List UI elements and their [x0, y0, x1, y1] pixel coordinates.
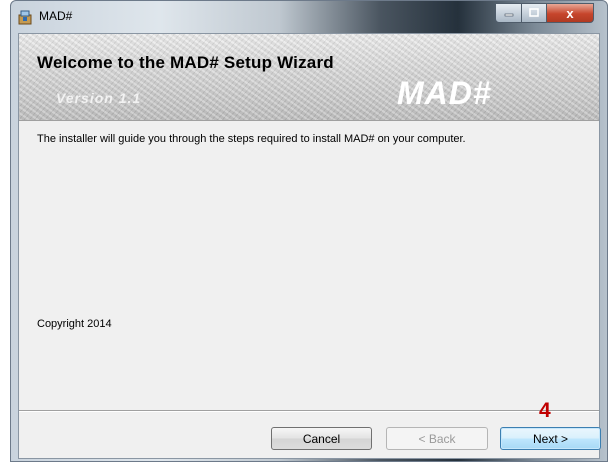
intro-text: The installer will guide you through the… [37, 133, 466, 145]
close-button[interactable]: x [546, 3, 594, 23]
next-button[interactable]: Next > [500, 427, 601, 450]
wizard-content: Welcome to the MAD# Setup Wizard Version… [18, 33, 601, 459]
wizard-title: Welcome to the MAD# Setup Wizard [37, 53, 334, 72]
product-logo: MAD# [397, 75, 492, 111]
window-title: MAD# [39, 9, 73, 23]
maximize-icon [529, 4, 539, 22]
step-number-annotation: 4 [539, 399, 551, 422]
close-icon: x [566, 5, 574, 21]
button-separator [19, 410, 599, 412]
back-button[interactable]: < Back [386, 427, 488, 450]
minimize-button[interactable] [495, 3, 522, 23]
maximize-button[interactable] [521, 3, 547, 23]
wizard-banner: Welcome to the MAD# Setup Wizard Version… [19, 34, 599, 121]
title-bar[interactable]: MAD# x [11, 1, 607, 33]
cancel-button[interactable]: Cancel [271, 427, 372, 450]
installer-window: MAD# x Welcome to the MAD# Setup Wizard … [10, 0, 608, 462]
installer-box-icon [17, 9, 33, 25]
minimize-icon [504, 4, 514, 22]
version-label: Version 1.1 [56, 90, 142, 106]
copyright-text: Copyright 2014 [37, 318, 112, 330]
